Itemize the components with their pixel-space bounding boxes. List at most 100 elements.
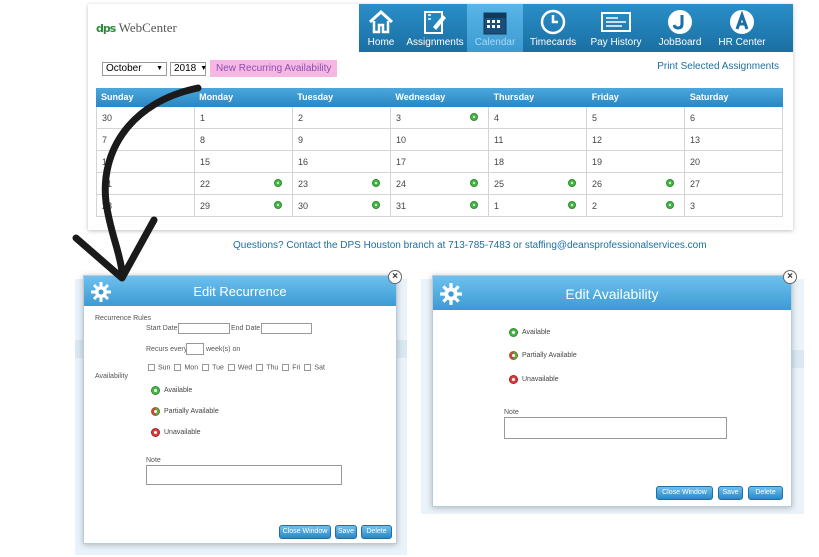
note-label: Note: [504, 409, 519, 416]
availability-label: Availability: [95, 373, 128, 380]
available-dot-icon[interactable]: [274, 179, 282, 187]
calendar-day-cell[interactable]: 5: [587, 107, 685, 128]
calendar-day-cell[interactable]: 23: [293, 173, 391, 194]
brand-logo[interactable]: dps WebCenter: [96, 20, 177, 36]
note-textarea[interactable]: [146, 465, 342, 485]
weekday-checkbox-wed[interactable]: Wed: [227, 364, 252, 371]
calendar-day-cell[interactable]: 9: [293, 129, 391, 150]
calendar-day-cell[interactable]: 3: [685, 195, 783, 216]
save-button[interactable]: Save: [718, 486, 743, 500]
unavailable-radio-icon: [509, 375, 518, 384]
nav-home[interactable]: Home: [359, 4, 403, 52]
unavailable-option[interactable]: Unavailable: [509, 375, 559, 384]
print-selected-assignments-link[interactable]: Print Selected Assignments: [657, 61, 779, 72]
jobboard-icon: [667, 7, 693, 37]
weekday-checkbox-mon[interactable]: Mon: [174, 364, 198, 371]
recurs-every-input[interactable]: [186, 343, 204, 355]
calendar-day-cell[interactable]: 31: [391, 195, 489, 216]
nav-jobboard[interactable]: JobBoard: [649, 4, 711, 52]
note-textarea[interactable]: [504, 417, 727, 439]
calendar-day-number: 18: [494, 157, 505, 167]
note-label: Note: [146, 457, 161, 464]
calendar-day-number: 27: [690, 179, 701, 189]
calendar-day-cell[interactable]: 24: [391, 173, 489, 194]
start-date-input[interactable]: [178, 323, 230, 334]
available-dot-icon[interactable]: [666, 179, 674, 187]
available-dot-icon[interactable]: [568, 201, 576, 209]
calendar-day-number: 31: [396, 201, 407, 211]
save-button[interactable]: Save: [335, 525, 357, 539]
calendar-day-cell[interactable]: 3: [391, 107, 489, 128]
gear-icon: [439, 282, 463, 309]
available-dot-icon[interactable]: [470, 179, 478, 187]
close-window-button[interactable]: Close Window: [656, 486, 713, 500]
available-dot-icon[interactable]: [274, 201, 282, 209]
nav-hr-center[interactable]: HR Center: [711, 4, 773, 52]
partially-available-option[interactable]: Partially Available: [151, 407, 219, 416]
weekday-checkbox-thu[interactable]: Thu: [256, 364, 278, 371]
weekday-checkbox-sat[interactable]: Sat: [304, 364, 325, 371]
calendar-day-cell[interactable]: 1: [489, 195, 587, 216]
calendar-day-cell[interactable]: 30: [293, 195, 391, 216]
calendar-day-cell[interactable]: 10: [391, 129, 489, 150]
available-dot-icon[interactable]: [372, 201, 380, 209]
nav-assignments[interactable]: Assignments: [403, 4, 467, 52]
calendar-day-cell[interactable]: 20: [685, 151, 783, 172]
weekday-checkbox-fri[interactable]: Fri: [282, 364, 300, 371]
calendar-day-number: 30: [298, 201, 309, 211]
calendar-day-cell[interactable]: 2: [293, 107, 391, 128]
available-dot-icon[interactable]: [372, 179, 380, 187]
year-select-value: 2018: [174, 63, 197, 74]
available-label: Available: [522, 329, 551, 336]
calendar-day-number: 2: [298, 113, 304, 123]
main-nav: Home Assignments Calendar Timecards Pay …: [359, 4, 793, 52]
close-window-button[interactable]: Close Window: [279, 525, 331, 539]
end-date-input[interactable]: [261, 323, 312, 334]
calendar-day-cell[interactable]: 25: [489, 173, 587, 194]
unavailable-option[interactable]: Unavailable: [151, 428, 201, 437]
calendar-day-number: 20: [690, 157, 701, 167]
partially-available-option[interactable]: Partially Available: [509, 351, 577, 360]
calendar-day-cell[interactable]: 18: [489, 151, 587, 172]
available-radio-icon: [509, 328, 518, 337]
available-dot-icon[interactable]: [470, 113, 478, 121]
calendar-day-cell[interactable]: 19: [587, 151, 685, 172]
calendar-day-cell[interactable]: 11: [489, 129, 587, 150]
nav-pay-history[interactable]: Pay History: [583, 4, 649, 52]
checkbox-icon: [202, 364, 210, 371]
available-dot-icon[interactable]: [568, 179, 576, 187]
calendar-day-cell[interactable]: 13: [685, 129, 783, 150]
calendar-day-cell[interactable]: 12: [587, 129, 685, 150]
calendar-day-cell[interactable]: 17: [391, 151, 489, 172]
calendar-day-cell[interactable]: 27: [685, 173, 783, 194]
nav-calendar[interactable]: Calendar: [467, 4, 523, 52]
delete-button[interactable]: Delete: [361, 525, 392, 539]
calendar-day-cell[interactable]: 26: [587, 173, 685, 194]
calendar-day-cell[interactable]: 4: [489, 107, 587, 128]
calendar-day-number: 25: [494, 179, 505, 189]
available-dot-icon[interactable]: [470, 201, 478, 209]
delete-button[interactable]: Delete: [748, 486, 783, 500]
weekday-checkbox-tue[interactable]: Tue: [202, 364, 224, 371]
weekday-label: Sat: [314, 364, 325, 372]
weekday-checkbox-sun[interactable]: Sun: [148, 364, 170, 371]
new-recurring-availability-link[interactable]: New Recurring Availability: [210, 60, 338, 77]
nav-home-label: Home: [367, 37, 395, 48]
year-select[interactable]: 2018 ▼: [170, 61, 207, 76]
available-option[interactable]: Available: [151, 386, 192, 395]
nav-timecards[interactable]: Timecards: [523, 4, 583, 52]
weekday-label: Mon: [184, 364, 199, 372]
available-label: Available: [164, 387, 193, 394]
calendar-filters: October ▼ 2018 ▼ New Recurring Availabilit…: [102, 60, 338, 77]
edit-availability-header: Edit Availability ×: [433, 270, 797, 310]
calendar-day-number: 19: [592, 157, 603, 167]
available-dot-icon[interactable]: [666, 201, 674, 209]
calendar-day-cell[interactable]: 16: [293, 151, 391, 172]
calendar-day-cell[interactable]: 2: [587, 195, 685, 216]
close-icon[interactable]: ×: [388, 270, 402, 284]
calendar-day-cell[interactable]: 6: [685, 107, 783, 128]
day-header-thursday: Thursday: [493, 92, 535, 102]
close-icon[interactable]: ×: [783, 270, 797, 284]
available-option[interactable]: Available: [509, 328, 550, 337]
month-select[interactable]: October ▼: [102, 61, 167, 76]
